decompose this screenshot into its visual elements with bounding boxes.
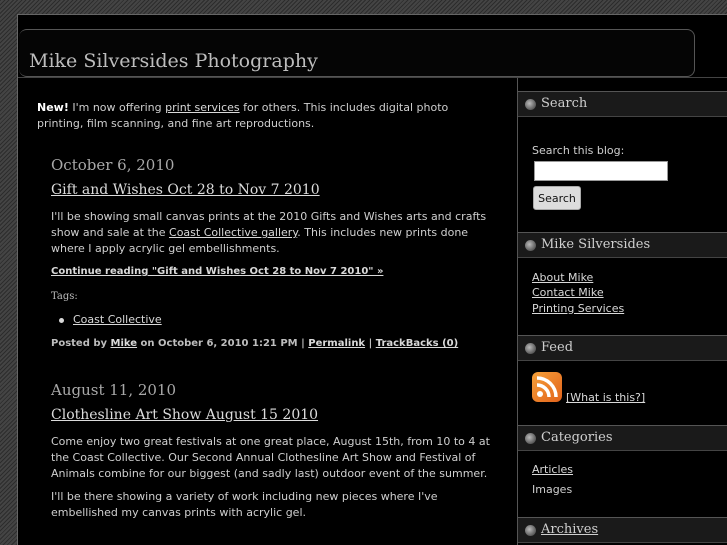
header: Mike Silversides Photography <box>19 29 695 77</box>
author-link[interactable]: Mike <box>111 338 138 349</box>
trackbacks-link[interactable]: TrackBacks (0) <box>376 338 458 349</box>
categories-heading: Categories <box>541 430 613 445</box>
post-date: October 6, 2010 <box>51 156 175 174</box>
post-body: Come enjoy two great festivals at one gr… <box>51 435 490 480</box>
archives-widget-header: Archives <box>518 517 727 543</box>
tag-link[interactable]: Coast Collective <box>73 313 162 326</box>
main-content: New! I'm now offering print services for… <box>18 78 517 545</box>
about-widget-header: Mike Silversides <box>518 232 727 258</box>
search-heading: Search <box>541 96 588 111</box>
contact-mike-link[interactable]: Contact Mike <box>532 286 604 299</box>
rss-icon[interactable] <box>532 372 562 402</box>
search-label: Search this blog: <box>532 144 625 157</box>
bullet-icon <box>525 525 536 536</box>
tags-label: Tags: <box>51 291 78 302</box>
bullet-icon <box>525 343 536 354</box>
site-title[interactable]: Mike Silversides Photography <box>29 50 318 72</box>
footer-separator: | <box>365 338 376 349</box>
feed-widget-header: Feed <box>518 335 727 361</box>
what-is-this-link[interactable]: [What is this?] <box>566 391 645 404</box>
print-services-link[interactable]: print services <box>165 101 239 114</box>
about-heading: Mike Silversides <box>541 237 651 252</box>
categories-widget-header: Categories <box>518 425 727 451</box>
page-frame: Mike Silversides Photography New! I'm no… <box>17 14 727 545</box>
archives-heading-link[interactable]: Archives <box>541 522 598 537</box>
coast-collective-gallery-link[interactable]: Coast Collective gallery <box>169 226 297 239</box>
intro-notice: New! I'm now offering print services for… <box>37 100 497 132</box>
post-body: I'll be there showing a variety of work … <box>51 490 438 519</box>
post-title-link[interactable]: Gift and Wishes Oct 28 to Nov 7 2010 <box>51 182 320 198</box>
feed-heading: Feed <box>541 340 574 355</box>
bullet-icon <box>525 240 536 251</box>
sidebar: Search Search this blog: Search Mike Sil… <box>517 78 727 545</box>
bullet-icon <box>525 99 536 110</box>
search-button[interactable]: Search <box>533 186 581 210</box>
posted-by-label: Posted by <box>51 338 111 349</box>
continue-reading-link[interactable]: Continue reading "Gift and Wishes Oct 28… <box>51 266 383 277</box>
search-widget-header: Search <box>518 91 727 117</box>
search-input[interactable] <box>534 161 668 181</box>
permalink-link[interactable]: Permalink <box>308 338 365 349</box>
new-label: New! <box>37 101 69 114</box>
bullet-icon <box>525 433 536 444</box>
printing-services-link[interactable]: Printing Services <box>532 302 624 315</box>
post-body: I'll be showing small canvas prints at t… <box>51 209 491 257</box>
posted-on-text: on October 6, 2010 1:21 PM | <box>137 338 309 349</box>
tag-item[interactable]: Coast Collective <box>59 313 162 326</box>
category-images: Images <box>532 483 573 496</box>
about-mike-link[interactable]: About Mike <box>532 271 593 284</box>
category-articles-link[interactable]: Articles <box>532 463 573 476</box>
post-footer: Posted by Mike on October 6, 2010 1:21 P… <box>51 338 458 349</box>
post-date: August 11, 2010 <box>51 381 177 399</box>
post-title-link[interactable]: Clothesline Art Show August 15 2010 <box>51 407 318 423</box>
intro-text-before: I'm now offering <box>68 101 166 114</box>
